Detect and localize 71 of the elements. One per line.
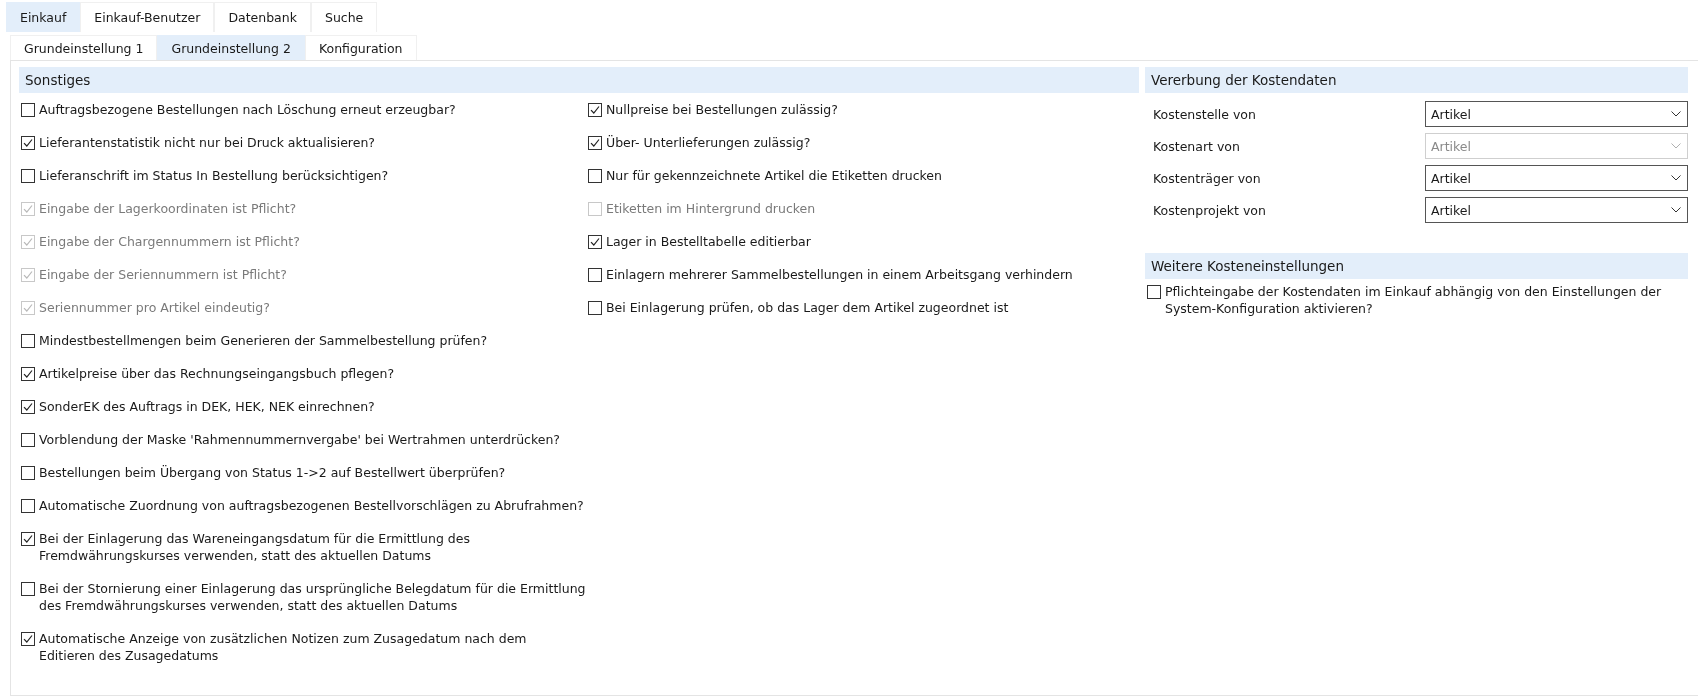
checkbox[interactable] — [21, 632, 35, 646]
checkbox-label: Nullpreise bei Bestellungen zulässig? — [606, 101, 838, 118]
checkbox-label: Seriennummer pro Artikel eindeutig? — [39, 299, 270, 316]
checkbox-label: Nur für gekennzeichnete Artikel die Etiketten drucken — [606, 167, 942, 184]
checkbox-label: Bei der Einlagerung das Wareneingangsdatum für die Ermittlung des Fremdwährungskurses verwenden, statt des aktuellen Datums — [39, 530, 471, 564]
section-header: Sonstiges — [19, 67, 1139, 93]
checkbox[interactable] — [21, 103, 35, 117]
section-header: Vererbung der Kostendaten — [1145, 67, 1688, 93]
chevron-down-icon — [1671, 207, 1681, 213]
dropdown[interactable]: Artikel — [1425, 197, 1688, 223]
checkbox-row[interactable]: Nullpreise bei Bestellungen zulässig? — [588, 101, 1128, 118]
checkbox-label: Eingabe der Lagerkoordinaten ist Pflicht? — [39, 200, 297, 217]
main-tab[interactable]: Datenbank — [214, 2, 311, 32]
checkbox-row[interactable]: Bei Einlagerung prüfen, ob das Lager dem Artikel zugeordnet ist — [588, 299, 1128, 316]
checkbox[interactable] — [21, 532, 35, 546]
checkbox[interactable] — [21, 400, 35, 414]
checkbox-row[interactable]: Bestellungen beim Übergang von Status 1->2 auf Bestellwert überprüfen? — [21, 464, 586, 481]
dropdown[interactable]: Artikel — [1425, 165, 1688, 191]
checkbox[interactable] — [588, 268, 602, 282]
checkbox[interactable] — [21, 136, 35, 150]
checkbox[interactable] — [588, 169, 602, 183]
field-label: Kostenart von — [1153, 138, 1241, 154]
checkbox-label: Bei Einlagerung prüfen, ob das Lager dem Artikel zugeordnet ist — [606, 299, 1009, 316]
checkbox-row[interactable]: Artikelpreise über das Rechnungseingangsbuch pflegen? — [21, 365, 586, 382]
sub-tab[interactable]: Grundeinstellung 1 — [10, 35, 158, 60]
main-tab[interactable]: Einkauf-Benutzer — [80, 2, 215, 32]
field-label: Kostenträger von — [1153, 170, 1262, 186]
checkbox-label: SonderEK des Auftrags in DEK, HEK, NEK einrechnen? — [39, 398, 375, 415]
checkbox-row[interactable]: SonderEK des Auftrags in DEK, HEK, NEK einrechnen? — [21, 398, 586, 415]
checkbox-label: Lieferanschrift im Status In Bestellung berücksichtigen? — [39, 167, 389, 184]
checkbox-label: Lieferantenstatistik nicht nur bei Druck aktualisieren? — [39, 134, 375, 151]
main-tab[interactable]: Einkauf — [6, 2, 81, 32]
checkbox-label: Bestellungen beim Übergang von Status 1->2 auf Bestellwert überprüfen? — [39, 464, 506, 481]
sub-tab[interactable]: Konfiguration — [304, 35, 417, 60]
checkbox[interactable] — [588, 103, 602, 117]
checkbox-row[interactable]: Auftragsbezogene Bestellungen nach Löschung erneut erzeugbar? — [21, 101, 586, 118]
field-label: Kostenprojekt von — [1153, 202, 1267, 218]
checkbox-label: Artikelpreise über das Rechnungseingangsbuch pflegen? — [39, 365, 395, 382]
checkbox[interactable] — [21, 367, 35, 381]
checkbox-label: Auftragsbezogene Bestellungen nach Löschung erneut erzeugbar? — [39, 101, 456, 118]
checkbox-row[interactable]: Bei der Einlagerung das Wareneingangsdatum für die Ermittlung des Fremdwährungskurses verwenden, statt des aktuellen Datums — [21, 530, 586, 564]
section-header: Weitere Kosteneinstellungen — [1145, 253, 1688, 279]
checkbox-label: Mindestbestellmengen beim Generieren der Sammelbestellung prüfen? — [39, 332, 488, 349]
field-label: Kostenstelle von — [1153, 106, 1257, 122]
checkbox-row[interactable]: Mindestbestellmengen beim Generieren der Sammelbestellung prüfen? — [21, 332, 586, 349]
checkbox-label: Eingabe der Chargennummern ist Pflicht? — [39, 233, 300, 250]
checkbox[interactable] — [1147, 285, 1161, 299]
checkbox[interactable] — [21, 433, 35, 447]
checkbox-row[interactable]: Lieferantenstatistik nicht nur bei Druck aktualisieren? — [21, 134, 586, 151]
checkbox[interactable] — [588, 235, 602, 249]
sub-tab[interactable]: Grundeinstellung 2 — [157, 35, 305, 60]
checkbox[interactable] — [21, 169, 35, 183]
chevron-down-icon — [1671, 175, 1681, 181]
checkbox-label: Etiketten im Hintergrund drucken — [606, 200, 816, 217]
checkbox-label: Eingabe der Seriennummern ist Pflicht? — [39, 266, 287, 283]
dropdown[interactable]: Artikel — [1425, 101, 1688, 127]
checkbox[interactable] — [21, 334, 35, 348]
checkbox[interactable] — [21, 466, 35, 480]
main-tab[interactable]: Suche — [310, 2, 378, 32]
checkbox-row[interactable]: Über- Unterlieferungen zulässig? — [588, 134, 1128, 151]
checkbox-row[interactable]: Lager in Bestelltabelle editierbar — [588, 233, 1128, 250]
checkbox-row[interactable]: Lieferanschrift im Status In Bestellung berücksichtigen? — [21, 167, 586, 184]
checkbox[interactable] — [21, 499, 35, 513]
checkbox-label: Lager in Bestelltabelle editierbar — [606, 233, 811, 250]
checkbox-row[interactable]: Nur für gekennzeichnete Artikel die Etiketten drucken — [588, 167, 1128, 184]
checkbox[interactable] — [21, 582, 35, 596]
checkbox[interactable] — [588, 136, 602, 150]
chevron-down-icon — [1671, 143, 1681, 149]
checkbox[interactable] — [588, 301, 602, 315]
chevron-down-icon — [1671, 111, 1681, 117]
checkbox-label: Über- Unterlieferungen zulässig? — [606, 134, 811, 151]
